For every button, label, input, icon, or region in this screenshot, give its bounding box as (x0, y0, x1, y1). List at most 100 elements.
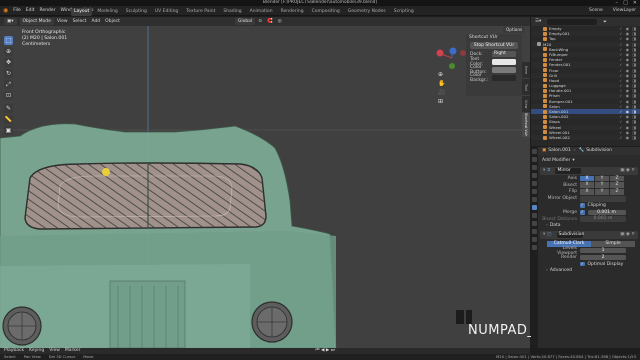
orientation-selector[interactable]: Global (234, 18, 256, 25)
tab-sculpting[interactable]: Sculpting (123, 8, 150, 16)
proportional-edit-icon[interactable]: ◎ (278, 17, 282, 26)
cursor-icon[interactable]: ⊕ (4, 47, 13, 56)
tab-texture-paint[interactable]: Texture Paint (183, 8, 218, 16)
grid-icon[interactable]: ⊞ (438, 97, 445, 106)
bisect-y-toggle[interactable]: Y (595, 182, 609, 188)
bisect-z-toggle[interactable]: Z (610, 182, 624, 188)
camera-icon[interactable]: 🎥 (438, 88, 445, 97)
annotate-icon[interactable]: ✎ (4, 104, 13, 113)
outliner-editor-icon[interactable]: ☰▾ (535, 19, 541, 24)
menu-edit[interactable]: Edit (26, 6, 35, 16)
outliner-row[interactable]: Wheel.002 ✓ ◉ ◨ (531, 134, 640, 141)
flip-z-toggle[interactable]: Z (610, 189, 624, 195)
color-background-swatch[interactable] (492, 75, 516, 81)
scene-selector[interactable]: Scene (589, 6, 603, 16)
bisect-distance-row: Bisect Distance 0.001 m (538, 216, 640, 223)
filter-icon[interactable]: ⏷ (603, 19, 607, 25)
subdivision-icon: ◰ (547, 232, 552, 238)
tab-view[interactable]: View (522, 96, 530, 112)
tab-geometry-nodes[interactable]: Geometry Nodes (345, 8, 389, 16)
levels-viewport-field[interactable]: 1 (580, 247, 626, 254)
tab-shortcut-vur[interactable]: Shortcut VUr (522, 113, 530, 137)
blender-logo-icon[interactable]: ◉ (3, 6, 8, 16)
add-modifier-button[interactable]: Add Modifier ▾ (538, 157, 640, 165)
physics-tab-icon[interactable] (532, 221, 537, 226)
merge-distance-field[interactable]: 0.001 m (587, 209, 626, 216)
menu-object[interactable]: Object (105, 17, 120, 26)
snap-icon[interactable]: 🧲 (267, 17, 273, 26)
modifier-visibility-icon[interactable]: ▣ ◉ ✕ (620, 231, 635, 239)
scale-icon[interactable]: ⤢ (4, 80, 13, 89)
tab-animation[interactable]: Animation (247, 8, 276, 16)
tab-uv-editing[interactable]: UV Editing (152, 8, 181, 16)
object-tab-icon[interactable] (532, 197, 537, 202)
modifier-tab-icon[interactable] (532, 205, 537, 210)
mirror-object-field[interactable] (580, 196, 626, 202)
subdivision-modifier-header[interactable]: ▾ ◰ Subdivision ▣ ◉ ✕ (540, 231, 638, 240)
transform-icon[interactable]: ⊡ (4, 91, 13, 100)
data-tab-icon[interactable] (532, 237, 537, 242)
properties-breadcrumb: ▣ Salon.001 › 🔧 Subdivision (538, 147, 640, 155)
tab-modeling[interactable]: Modeling (94, 8, 120, 16)
tool-tab-icon[interactable] (532, 149, 537, 154)
flip-y-toggle[interactable]: Y (595, 189, 609, 195)
mirror-modifier-header[interactable]: ▾ ⧖ Mirror ▣ ◉ ✕ (540, 167, 638, 175)
material-tab-icon[interactable] (532, 245, 537, 250)
optimal-display-checkbox[interactable]: ✓ (580, 261, 585, 267)
add-cube-icon[interactable]: ▣ (4, 126, 13, 135)
3d-viewport[interactable]: Front Orthographic (2) M20 | Salon.001 C… (0, 26, 530, 348)
bisect-distance-field[interactable]: 0.001 m (580, 216, 626, 222)
axis-z-toggle[interactable]: Z (610, 175, 624, 182)
constraints-tab-icon[interactable] (532, 229, 537, 234)
mirror-bisect-row: Bisect XYZ (538, 182, 640, 189)
menu-view[interactable]: View (57, 17, 68, 26)
view-layer-selector[interactable]: ViewLayer (613, 6, 636, 16)
bisect-x-toggle[interactable]: X (580, 182, 594, 188)
menu-select[interactable]: Select (73, 17, 87, 26)
menu-file[interactable]: File (13, 6, 21, 16)
mirror-object-row: Mirror Object (538, 195, 640, 202)
flip-x-toggle[interactable]: X (580, 189, 594, 195)
tab-compositing[interactable]: Compositing (309, 8, 343, 16)
measure-icon[interactable]: 📏 (4, 115, 13, 124)
mirror-name-field[interactable]: Mirror (555, 168, 582, 174)
output-tab-icon[interactable] (532, 165, 537, 170)
tab-layout[interactable]: Layout (71, 7, 93, 16)
stop-screencast-button[interactable]: Stop Shortcut VUr (470, 42, 518, 49)
mode-selector[interactable]: Object Mode (19, 18, 54, 25)
tab-tool[interactable]: Tool (522, 79, 530, 95)
color-button-swatch[interactable] (492, 67, 516, 73)
pan-icon[interactable]: ✋ (438, 79, 445, 88)
move-icon[interactable]: ✥ (4, 58, 13, 67)
scene-tab-icon[interactable] (532, 181, 537, 186)
world-tab-icon[interactable] (532, 189, 537, 194)
select-box-icon[interactable]: ⬚ (4, 36, 13, 45)
render-levels-field[interactable]: 2 (580, 254, 626, 261)
rotate-icon[interactable]: ↻ (4, 69, 13, 78)
axis-x-toggle[interactable]: X (580, 175, 594, 182)
editor-type-button[interactable]: ▣▾ (4, 18, 17, 25)
modifier-visibility-icon[interactable]: ▣ ◉ ✕ (620, 167, 635, 175)
render-tab-icon[interactable] (532, 157, 537, 162)
tab-rendering[interactable]: Rendering (278, 8, 307, 16)
data-subpanel[interactable]: › Data (538, 223, 640, 230)
subdivision-name-field[interactable]: Subdivision (556, 232, 584, 239)
particles-tab-icon[interactable] (532, 213, 537, 218)
axis-y-toggle[interactable]: Y (595, 175, 609, 182)
zoom-icon[interactable]: ⊕ (438, 70, 445, 79)
advanced-subpanel[interactable]: › Advanced (538, 268, 640, 275)
menu-add[interactable]: Add (91, 17, 100, 26)
options-button[interactable]: Options (503, 27, 526, 33)
simple-button[interactable]: Simple (591, 241, 635, 247)
text-color-swatch[interactable] (492, 59, 516, 65)
menu-render[interactable]: Render (40, 6, 56, 16)
outliner-search-input[interactable] (547, 18, 598, 25)
clipping-checkbox[interactable]: ✓ (580, 203, 585, 208)
merge-checkbox[interactable]: ✓ (580, 210, 585, 215)
tab-item[interactable]: Item (522, 62, 530, 78)
pivot-icon[interactable]: ⊙ (258, 17, 262, 26)
tab-scripting[interactable]: Scripting (391, 8, 417, 16)
dock-selector[interactable]: Right (492, 51, 516, 57)
view-layer-tab-icon[interactable] (532, 173, 537, 178)
tab-shading[interactable]: Shading (220, 8, 244, 16)
